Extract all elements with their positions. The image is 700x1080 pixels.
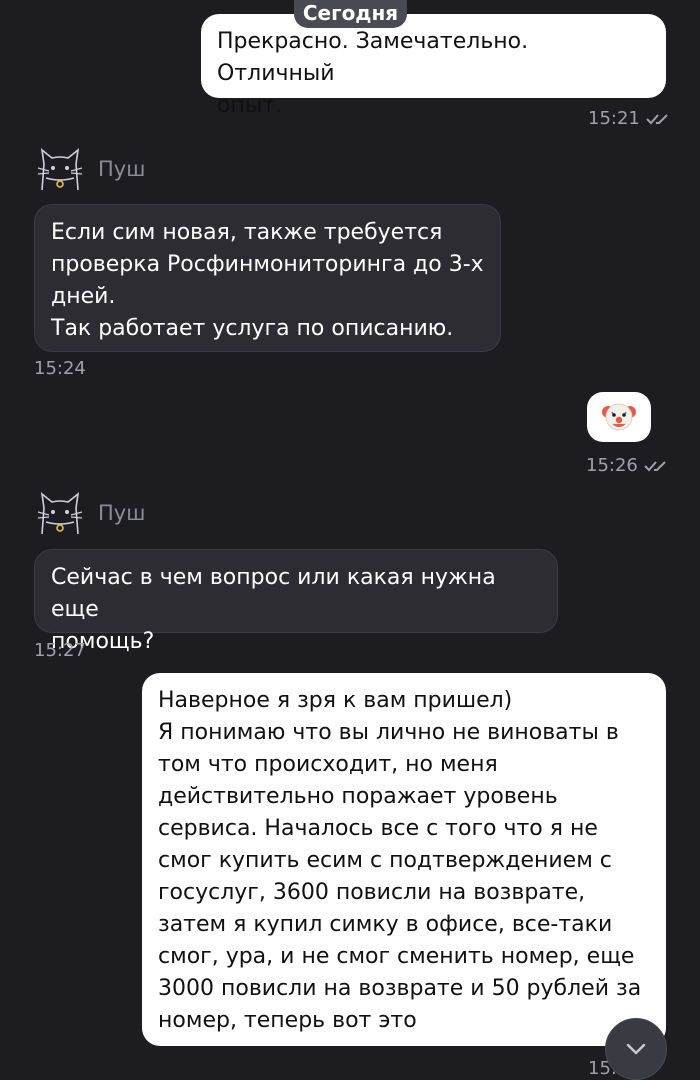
message-meta: 15:26 [586, 455, 670, 476]
outgoing-message[interactable]: Наверное я зря к вам пришел) Я понимаю ч… [142, 673, 666, 1046]
message-time: 15:27 [34, 640, 86, 661]
message-meta: 15:24 [34, 358, 86, 379]
message-text: Прекрасно. Замечательно. Отличный опыт. [217, 29, 529, 118]
clown-face-icon [602, 403, 636, 431]
sender-name: Пуш [98, 157, 146, 181]
message-time: 15:26 [586, 455, 638, 476]
double-check-icon [646, 113, 668, 124]
chevron-down-icon [626, 1043, 646, 1055]
message-meta: 15:21 [588, 108, 672, 129]
outgoing-emoji-message[interactable] [587, 392, 651, 442]
double-check-icon [644, 460, 666, 471]
message-time: 15:24 [34, 358, 86, 379]
scroll-down-button[interactable] [605, 1018, 667, 1080]
outgoing-message[interactable]: Прекрасно. Замечательно. Отличный опыт. [201, 14, 666, 118]
cat-icon [37, 148, 83, 191]
sender-header: Пуш [34, 146, 145, 192]
message-meta: 15:27 [34, 640, 86, 661]
message-text: Наверное я зря к вам пришел) Я понимаю ч… [158, 688, 642, 1033]
date-chip: Сегодня [294, 0, 407, 28]
message-time: 15:21 [588, 108, 640, 129]
message-text: Сейчас в чем вопрос или какая нужна еще … [51, 565, 496, 654]
message-text: Если сим новая, также требуется проверка… [51, 220, 484, 341]
cat-icon [37, 492, 83, 535]
incoming-message[interactable]: Если сим новая, также требуется проверка… [34, 204, 501, 352]
sender-header: Пуш [34, 490, 145, 536]
incoming-message[interactable]: Сейчас в чем вопрос или какая нужна еще … [34, 549, 558, 654]
sender-name: Пуш [98, 501, 146, 525]
